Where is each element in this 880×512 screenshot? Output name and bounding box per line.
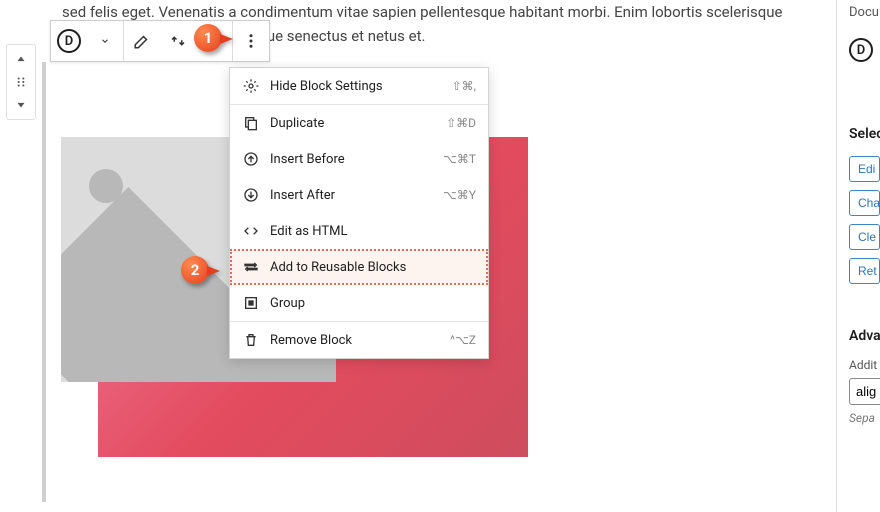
move-up-button[interactable] [9, 49, 33, 71]
block-mover [6, 44, 36, 120]
menu-group[interactable]: Group [230, 285, 488, 321]
menu-shortcut: ⌥⌘T [443, 152, 476, 166]
block-toolbar: D [50, 20, 270, 62]
menu-label: Duplicate [270, 116, 436, 131]
menu-shortcut: ⇧⌘, [452, 79, 476, 93]
menu-remove-block[interactable]: Remove Block ^⌥Z [230, 322, 488, 358]
css-hint: Sepa [849, 411, 880, 425]
block-icon: D [849, 38, 880, 62]
menu-hide-block-settings[interactable]: Hide Block Settings ⇧⌘, [230, 68, 488, 104]
menu-label: Edit as HTML [270, 224, 476, 239]
menu-duplicate[interactable]: Duplicate ⇧⌘D [230, 105, 488, 141]
sidebar-button-0[interactable]: Edi [849, 156, 880, 182]
menu-label: Remove Block [270, 333, 440, 348]
replace-icon[interactable] [160, 21, 196, 61]
sidebar-button-2[interactable]: Cle [849, 224, 880, 250]
sidebar-section-title: Selec [849, 126, 880, 142]
tab-document[interactable]: Docu [849, 5, 879, 20]
menu-label: Insert After [270, 188, 433, 203]
more-options-button[interactable] [233, 21, 269, 61]
additional-css-input[interactable] [849, 378, 880, 405]
annotation-callout-2: 2 [181, 256, 209, 284]
reusable-icon [242, 258, 260, 276]
move-down-button[interactable] [9, 93, 33, 115]
image-caption[interactable]: This is a caption. [141, 472, 263, 491]
html-icon [242, 222, 260, 240]
annotation-callout-1: 1 [194, 24, 222, 52]
menu-shortcut: ⇧⌘D [446, 116, 476, 130]
edit-icon[interactable] [124, 21, 160, 61]
insert-before-icon [242, 150, 260, 168]
gear-icon [242, 77, 260, 95]
trash-icon [242, 331, 260, 349]
insert-after-icon [242, 186, 260, 204]
sidebar-advanced-title: Adva [849, 328, 880, 344]
menu-insert-before[interactable]: Insert Before ⌥⌘T [230, 141, 488, 177]
menu-label: Hide Block Settings [270, 79, 442, 94]
menu-label: Insert Before [270, 152, 433, 167]
sidebar-button-1[interactable]: Cha [849, 190, 880, 216]
duplicate-icon [242, 114, 260, 132]
sidebar-button-3[interactable]: Ret [849, 258, 880, 284]
menu-shortcut: ⌥⌘Y [443, 188, 476, 202]
menu-edit-html[interactable]: Edit as HTML [230, 213, 488, 249]
block-options-menu: Hide Block Settings ⇧⌘, Duplicate ⇧⌘D In… [229, 67, 489, 359]
menu-shortcut: ^⌥Z [450, 333, 476, 347]
menu-label: Add to Reusable Blocks [270, 260, 476, 275]
menu-insert-after[interactable]: Insert After ⌥⌘Y [230, 177, 488, 213]
sidebar-tabs: Docu [849, 0, 880, 20]
block-type-chevron-icon[interactable] [87, 21, 123, 61]
drag-handle-icon[interactable] [9, 71, 33, 93]
block-type-button[interactable]: D [51, 21, 87, 61]
group-icon [242, 294, 260, 312]
additional-css-label: Addit [849, 358, 880, 372]
settings-sidebar: Docu D Selec Edi Cha Cle Ret Adva Addit … [836, 0, 880, 512]
menu-label: Group [270, 296, 476, 311]
menu-add-reusable-blocks[interactable]: Add to Reusable Blocks [230, 249, 488, 285]
